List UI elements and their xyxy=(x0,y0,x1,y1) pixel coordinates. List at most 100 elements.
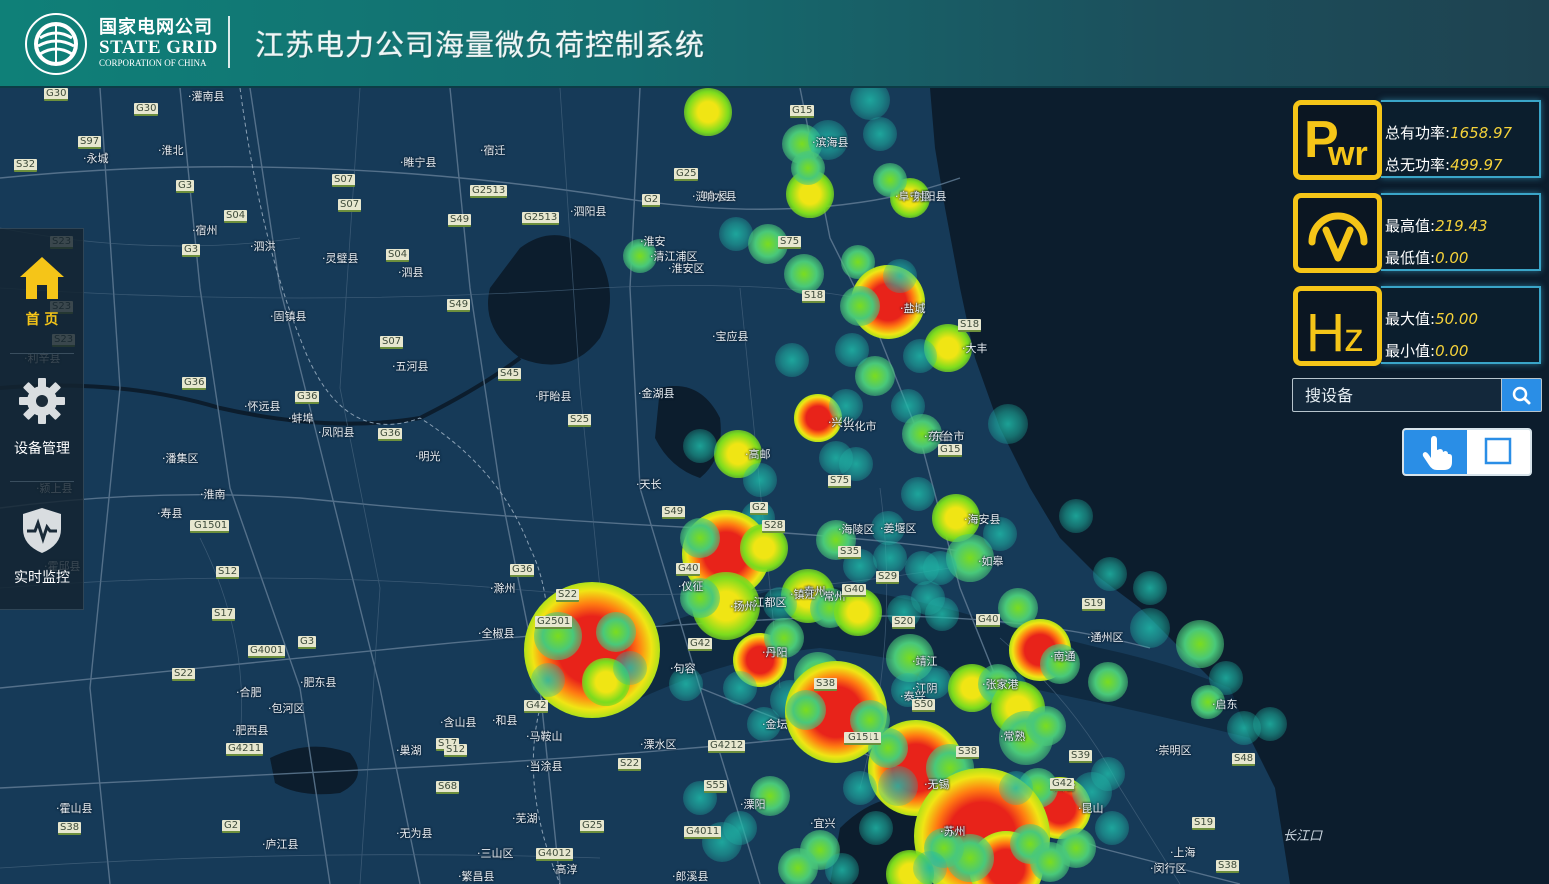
svg-text:z: z xyxy=(1344,316,1364,360)
road-shield: S29 xyxy=(876,571,900,584)
road-shield: S32 xyxy=(14,159,38,172)
road-shield: S49 xyxy=(448,214,472,227)
square-select-icon xyxy=(1484,437,1512,465)
metric-values: 总有功率:1658.97 总无功率:499.97 xyxy=(1381,100,1541,178)
map-place-label: ·通州区 xyxy=(1087,631,1124,644)
road-shield: S19 xyxy=(1192,817,1216,830)
road-shield: S20 xyxy=(892,616,916,629)
metric-value: 1658.97 xyxy=(1450,124,1513,142)
map-place-label: ·三山区 xyxy=(477,847,514,860)
power-metric-card: 总有功率:1658.97 总无功率:499.97 P wr xyxy=(1291,98,1543,182)
map-place-label: ·潘集区 xyxy=(162,452,199,465)
road-shield: S19 xyxy=(1082,598,1106,611)
road-shield: S17 xyxy=(212,608,236,621)
map-place-label: ·射阳县 xyxy=(910,190,947,203)
road-shield: G42 xyxy=(524,700,549,713)
sidebar-item-label: 首 页 xyxy=(25,312,59,328)
road-shield: S35 xyxy=(838,546,862,559)
sidebar-separator xyxy=(10,481,74,482)
map-place-label: ·当涂县 xyxy=(526,760,563,773)
map-place-label: ·巢湖 xyxy=(396,744,422,757)
search-button[interactable] xyxy=(1502,378,1542,412)
map-place-label: ·常熟 xyxy=(1000,730,1026,743)
map-place-label: ·马鞍山 xyxy=(526,730,563,743)
road-shield: G4211 xyxy=(226,743,264,756)
map-place-label: ·苏州 xyxy=(940,825,966,838)
map-place-label: ·盱眙县 xyxy=(535,390,572,403)
map-place-label: ·昆山 xyxy=(1078,802,1104,815)
map-place-label: ·如皋 xyxy=(978,555,1004,568)
map-place-label: ·淮安区 xyxy=(668,262,705,275)
road-shield: S38 xyxy=(1216,860,1240,873)
road-shield: G36 xyxy=(295,391,320,404)
map-place-label: ·大丰 xyxy=(962,342,988,355)
road-shield: G4011 xyxy=(684,826,722,839)
map-place-label: ·滁州 xyxy=(490,582,516,595)
road-shield: G2513 xyxy=(470,185,508,198)
logo-text: 国家电网公司 STATE GRID CORPORATION OF CHINA xyxy=(99,17,218,69)
road-shield: S07 xyxy=(380,336,404,349)
road-shield: G4212 xyxy=(708,740,746,753)
road-shield: S22 xyxy=(556,589,580,602)
sidebar-item-realtime-monitor[interactable]: 实时监控 xyxy=(0,491,84,611)
sidebar-item-device-management[interactable]: 设备管理 xyxy=(0,364,84,484)
header-divider xyxy=(228,16,230,68)
road-shield: G36 xyxy=(378,428,403,441)
device-search xyxy=(1292,378,1542,412)
map-place-label: ·和县 xyxy=(492,714,518,727)
device-search-input[interactable] xyxy=(1292,378,1502,412)
map-place-label: ·蚌埠 xyxy=(288,412,314,425)
metric-row: 总有功率:1658.97 xyxy=(1385,122,1512,143)
sidebar-separator xyxy=(10,353,74,354)
metric-label: 最低值: xyxy=(1385,249,1436,267)
road-shield: G15 xyxy=(790,105,815,118)
sidebar-item-home[interactable]: 首 页 xyxy=(0,239,84,359)
map-place-label: ·郎溪县 xyxy=(672,870,709,883)
road-shield: G30 xyxy=(44,88,69,101)
map-place-label: ·溧水区 xyxy=(640,738,677,751)
road-shield: S12 xyxy=(216,566,240,579)
road-shield: G2 xyxy=(750,502,769,515)
svg-text:H: H xyxy=(1306,303,1345,361)
map-place-label: ·庐江县 xyxy=(262,838,299,851)
road-shield: S22 xyxy=(172,668,196,681)
map-place-label: ·海陵区 xyxy=(838,523,875,536)
road-shield: S55 xyxy=(704,780,728,793)
map-place-label: ·溧阳 xyxy=(740,798,766,811)
road-shield: S68 xyxy=(436,781,460,794)
map-place-label: ·肥西县 xyxy=(232,724,269,737)
map-place-label: ·宿迁 xyxy=(480,144,506,157)
road-shield: G25 xyxy=(674,168,699,181)
road-shield: S18 xyxy=(958,319,982,332)
metric-value: 50.00 xyxy=(1435,310,1479,328)
map-place-label: ·灵璧县 xyxy=(322,252,359,265)
area-select-mode-button[interactable] xyxy=(1467,430,1530,474)
road-shield: S97 xyxy=(78,136,102,149)
road-shield: S22 xyxy=(618,758,642,771)
road-shield: G36 xyxy=(182,377,207,390)
logo-chinese-name: 国家电网公司 xyxy=(99,17,213,38)
map-place-label: ·启东 xyxy=(1212,698,1238,711)
gear-icon xyxy=(17,376,67,426)
road-shield: G3 xyxy=(176,180,195,193)
map-mode-toggle xyxy=(1402,428,1532,476)
metric-label: 总有功率: xyxy=(1385,124,1451,142)
map-place-label: ·芜湖 xyxy=(512,812,538,825)
road-shield: G2 xyxy=(642,194,661,207)
metric-row: 最高值:219.43 xyxy=(1385,215,1488,236)
road-shield: G36 xyxy=(510,564,535,577)
map-place-label: ·东台市 xyxy=(928,430,965,443)
road-shield: G4012 xyxy=(536,848,574,861)
sea-label: 长江口 xyxy=(1283,829,1323,844)
map-place-label: ·繁昌县 xyxy=(458,870,495,883)
road-shield: S75 xyxy=(778,236,802,249)
road-shield: S38 xyxy=(814,678,838,691)
metric-value: 0.00 xyxy=(1435,342,1469,360)
search-icon xyxy=(1512,386,1531,405)
shield-pulse-icon xyxy=(17,505,67,555)
road-shield: S38 xyxy=(956,746,980,759)
map-place-label: ·淮北 xyxy=(158,144,184,157)
state-grid-logo-icon xyxy=(24,12,88,76)
map-place-label: ·合肥 xyxy=(236,686,262,699)
pointer-mode-button[interactable] xyxy=(1404,430,1467,474)
